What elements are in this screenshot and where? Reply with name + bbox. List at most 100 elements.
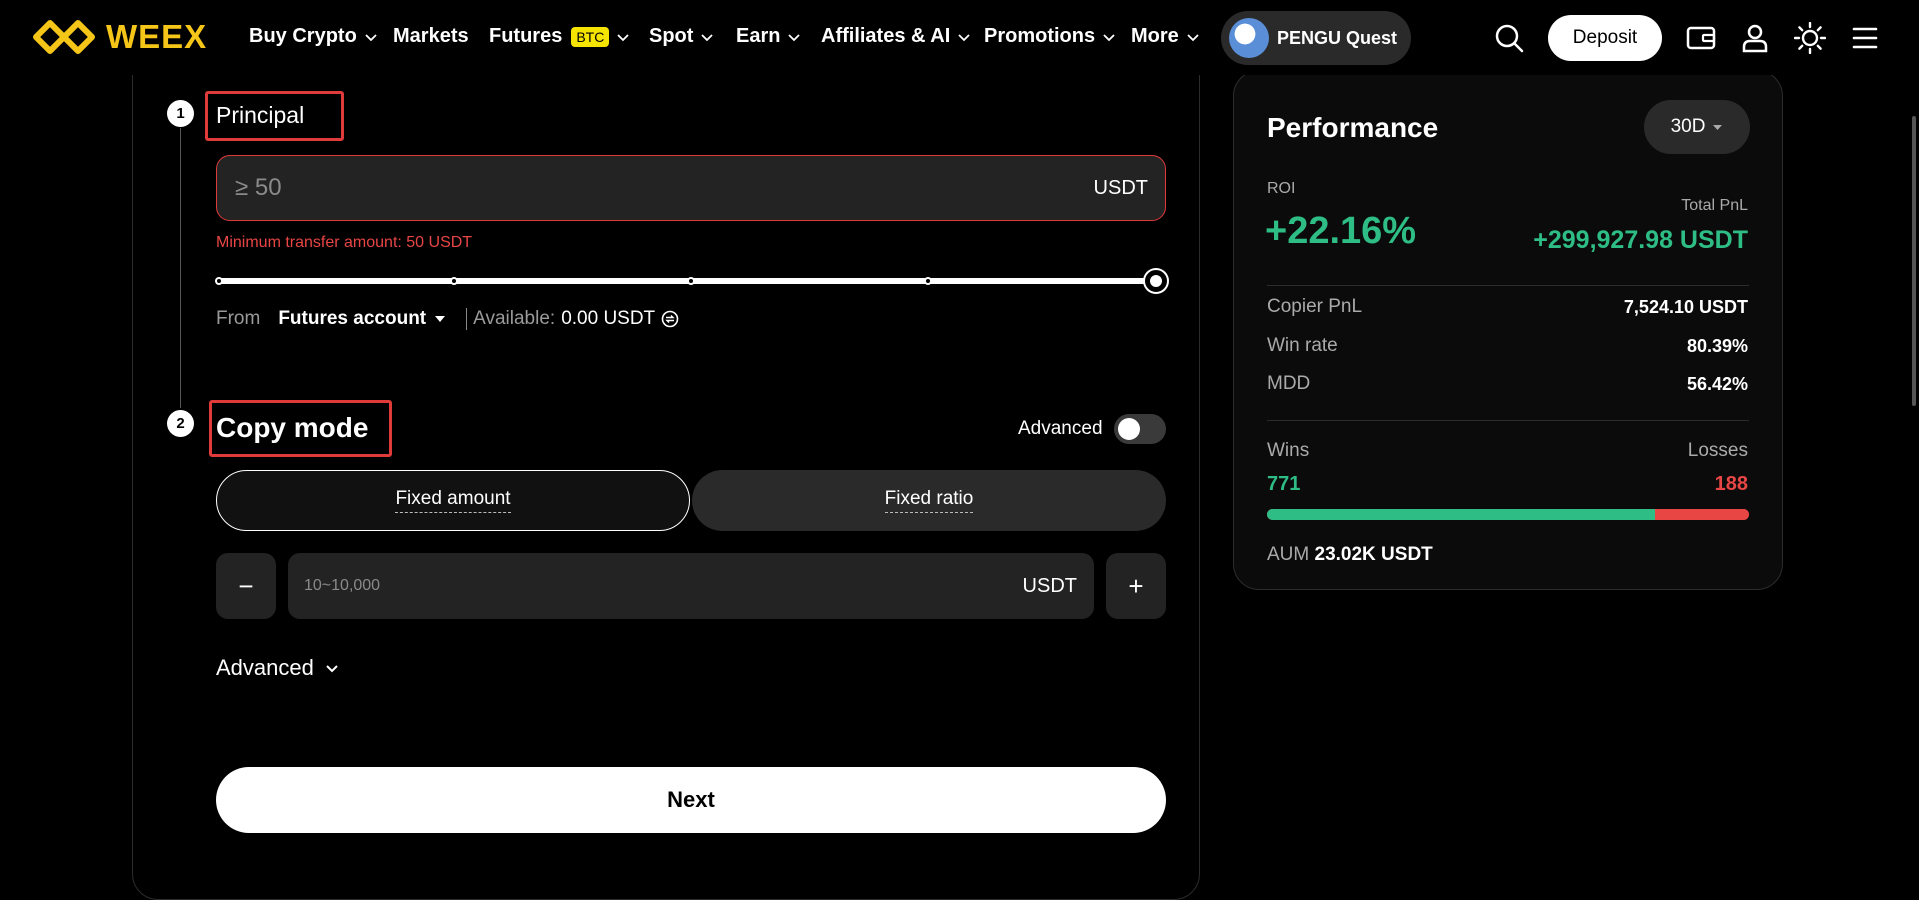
aum-label: AUM — [1267, 544, 1310, 565]
slider-mark-25[interactable] — [450, 277, 458, 285]
next-button[interactable]: Next — [216, 767, 1166, 833]
search-icon[interactable] — [1492, 21, 1526, 55]
nav-futures[interactable]: Futures BTC — [489, 25, 630, 48]
divider — [466, 308, 468, 330]
fixed-amount-unit: USDT — [1022, 575, 1077, 597]
chevron-down-icon — [617, 33, 629, 41]
wins-label: Wins — [1267, 440, 1310, 461]
nav-affiliates-ai[interactable]: Affiliates & AI — [821, 25, 971, 48]
total-pnl-label: Total PnL — [1681, 197, 1748, 214]
total-pnl-value: +299,927.98 USDT — [1533, 226, 1748, 254]
period-dropdown[interactable]: 30D — [1644, 100, 1750, 154]
fixed-amount-field[interactable]: USDT — [288, 553, 1094, 619]
min-transfer-error: Minimum transfer amount: 50 USDT — [216, 234, 473, 251]
nav-spot[interactable]: Spot — [649, 25, 714, 48]
wallet-icon[interactable] — [1684, 21, 1718, 55]
losses-value: 188 — [1714, 473, 1748, 495]
principal-slider-thumb[interactable] — [1145, 270, 1167, 292]
caret-down-icon — [435, 316, 446, 322]
nav-affiliates-label: Affiliates & AI — [821, 25, 951, 47]
slider-mark-75[interactable] — [924, 277, 932, 285]
mdd-label: MDD — [1267, 373, 1311, 394]
from-label: From — [216, 308, 261, 329]
from-account-dropdown[interactable]: Futures account — [278, 308, 446, 330]
menu-icon[interactable] — [1848, 21, 1882, 55]
user-icon[interactable] — [1738, 21, 1772, 55]
nav-markets[interactable]: Markets — [393, 25, 469, 48]
chevron-down-icon — [1103, 33, 1115, 41]
decrement-button[interactable]: − — [216, 553, 276, 619]
mode-fixed-ratio-label: Fixed ratio — [884, 488, 974, 513]
copy-mode-title: Copy mode — [216, 412, 369, 443]
advanced-expand-label: Advanced — [216, 655, 314, 680]
chevron-down-icon — [1187, 33, 1199, 41]
nav-futures-label: Futures — [489, 25, 563, 47]
nav-markets-label: Markets — [393, 25, 469, 47]
caret-down-icon — [1713, 124, 1723, 130]
mode-fixed-amount-button[interactable]: Fixed amount — [216, 470, 690, 531]
available-value: 0.00 USDT — [561, 308, 656, 329]
copier-pnl-label: Copier PnL — [1267, 296, 1363, 317]
nav-more-label: More — [1131, 25, 1179, 47]
chevron-down-icon — [788, 33, 801, 41]
step-1-badge: 1 — [167, 100, 194, 127]
page-scrollbar[interactable] — [1912, 116, 1916, 406]
slider-mark-0[interactable] — [215, 277, 223, 285]
mode-fixed-ratio-button[interactable]: Fixed ratio — [692, 470, 1166, 531]
nav-buy-crypto[interactable]: Buy Crypto — [249, 25, 378, 48]
available-label: Available: — [473, 308, 556, 329]
slider-mark-50[interactable] — [687, 277, 695, 285]
nav-buy-crypto-label: Buy Crypto — [249, 25, 357, 47]
win-loss-bar — [1267, 509, 1749, 520]
increment-button[interactable]: + — [1106, 553, 1166, 619]
chevron-down-icon — [365, 33, 377, 41]
win-portion-bar — [1267, 509, 1655, 520]
transfer-icon[interactable] — [661, 310, 679, 328]
win-rate-value: 80.39% — [1686, 336, 1748, 356]
divider — [1267, 285, 1749, 286]
chevron-down-icon — [326, 665, 338, 673]
nav-earn[interactable]: Earn — [736, 25, 801, 48]
pengu-quest-button[interactable]: PENGU Quest — [1221, 11, 1411, 65]
mode-fixed-amount-label: Fixed amount — [395, 488, 511, 513]
top-navigation: WEEX Buy Crypto Markets Futures BTC Spot… — [0, 0, 1919, 75]
principal-unit: USDT — [1093, 177, 1148, 199]
nav-promotions-label: Promotions — [984, 25, 1096, 47]
performance-title: Performance — [1267, 112, 1439, 143]
losses-label: Losses — [1687, 440, 1748, 461]
nav-more[interactable]: More — [1131, 25, 1200, 48]
advanced-expand-button[interactable]: Advanced — [216, 655, 340, 681]
nav-earn-label: Earn — [736, 25, 781, 47]
from-account-value: Futures account — [278, 308, 427, 329]
advanced-toggle-label: Advanced — [1018, 418, 1103, 439]
roi-label: ROI — [1267, 180, 1296, 197]
step-connector-line — [180, 128, 181, 408]
advanced-toggle[interactable] — [1114, 414, 1166, 444]
period-value: 30D — [1670, 116, 1706, 137]
pengu-quest-label: PENGU Quest — [1277, 27, 1398, 48]
from-account-row: From Futures account Available: 0.00 USD… — [216, 306, 679, 332]
toggle-knob — [1118, 418, 1140, 440]
nav-spot-label: Spot — [649, 25, 694, 47]
logo-text: WEEX — [106, 18, 208, 55]
aum-row: AUM 23.02K USDT — [1267, 544, 1433, 566]
aum-value: 23.02K USDT — [1314, 544, 1433, 565]
pengu-avatar-icon — [1229, 18, 1269, 58]
win-rate-label: Win rate — [1267, 335, 1338, 356]
weex-logo-icon — [33, 20, 95, 54]
roi-value: +22.16% — [1265, 210, 1417, 252]
nav-promotions[interactable]: Promotions — [984, 25, 1116, 48]
fixed-amount-input[interactable] — [304, 553, 904, 619]
copier-pnl-value: 7,524.10 USDT — [1623, 297, 1748, 317]
divider — [1267, 420, 1749, 421]
theme-sun-icon[interactable] — [1793, 21, 1827, 55]
weex-logo[interactable]: WEEX — [32, 16, 207, 58]
wins-value: 771 — [1267, 473, 1301, 495]
chevron-down-icon — [701, 33, 714, 41]
deposit-button[interactable]: Deposit — [1548, 15, 1662, 61]
step-2-badge: 2 — [167, 410, 194, 437]
principal-amount-input[interactable] — [235, 156, 1015, 220]
principal-amount-field[interactable]: USDT — [216, 155, 1166, 221]
chevron-down-icon — [958, 33, 970, 41]
loss-portion-bar — [1654, 509, 1749, 520]
